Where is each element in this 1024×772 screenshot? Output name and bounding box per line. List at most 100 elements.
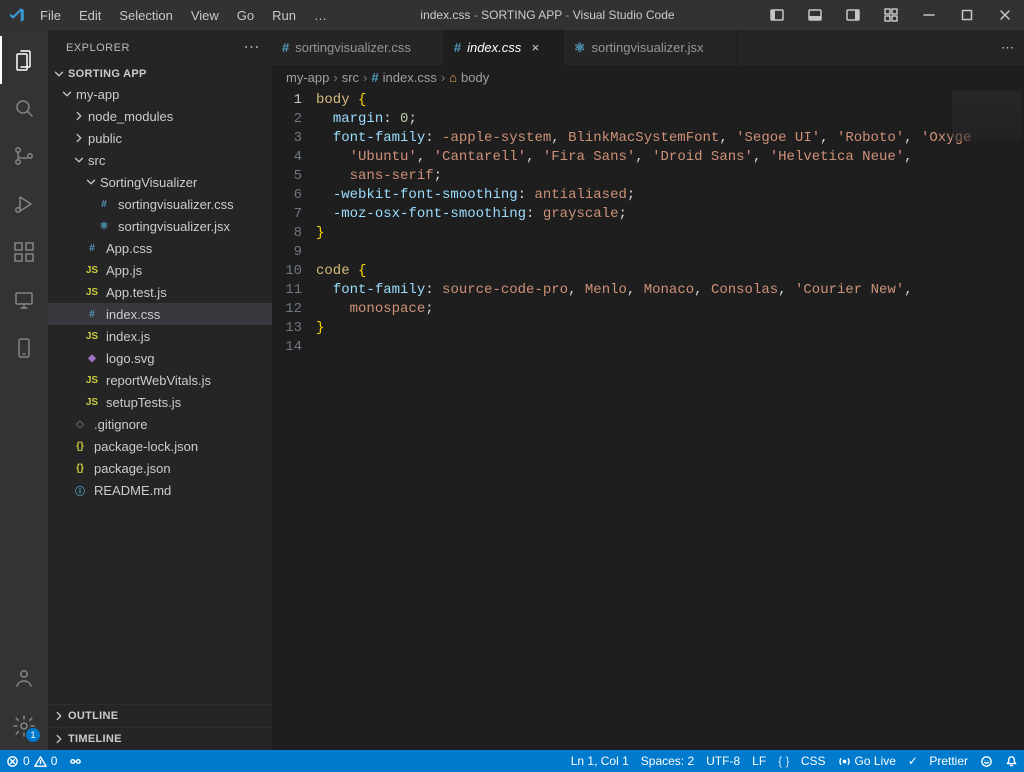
file-item[interactable]: JSsetupTests.js bbox=[48, 391, 272, 413]
menu-run[interactable]: Run bbox=[264, 4, 304, 27]
file-item[interactable]: ◇.gitignore bbox=[48, 413, 272, 435]
status-feedback-icon[interactable] bbox=[980, 755, 993, 768]
file-item[interactable]: #index.css bbox=[48, 303, 272, 325]
breadcrumb-item[interactable]: my-app bbox=[286, 70, 329, 85]
status-go-live[interactable]: Go Live bbox=[838, 754, 896, 768]
breadcrumbs[interactable]: my-app›src›# index.css›⌂ body bbox=[272, 65, 1024, 89]
vscode-logo-icon bbox=[8, 6, 26, 24]
folder-item[interactable]: public bbox=[48, 127, 272, 149]
menu-file[interactable]: File bbox=[32, 4, 69, 27]
code-line[interactable]: margin: 0; bbox=[316, 110, 1024, 129]
line-number: 2 bbox=[272, 110, 302, 129]
activity-accounts[interactable] bbox=[0, 654, 48, 702]
timeline-section-header[interactable]: TIMELINE bbox=[48, 727, 272, 750]
folder-item[interactable]: src bbox=[48, 149, 272, 171]
more-actions-icon[interactable]: ⋯ bbox=[1001, 40, 1014, 56]
status-language[interactable]: { } CSS bbox=[778, 754, 825, 768]
info-icon: ⓘ bbox=[72, 482, 88, 498]
code-line[interactable]: -webkit-font-smoothing: antialiased; bbox=[316, 186, 1024, 205]
menu-go[interactable]: Go bbox=[229, 4, 262, 27]
file-item[interactable]: JSreportWebVitals.js bbox=[48, 369, 272, 391]
activity-settings[interactable]: 1 bbox=[0, 702, 48, 750]
menu-edit[interactable]: Edit bbox=[71, 4, 109, 27]
activity-run-debug[interactable] bbox=[0, 180, 48, 228]
file-item[interactable]: #sortingvisualizer.css bbox=[48, 193, 272, 215]
file-item[interactable]: JSApp.js bbox=[48, 259, 272, 281]
code-line[interactable] bbox=[316, 338, 1024, 357]
code-line[interactable]: font-family: -apple-system, BlinkMacSyst… bbox=[316, 129, 1024, 148]
breadcrumb-item[interactable]: # index.css bbox=[371, 70, 436, 85]
status-problems[interactable]: 0 0 bbox=[6, 754, 57, 768]
window-minimize-button[interactable] bbox=[912, 1, 946, 29]
close-icon[interactable]: × bbox=[527, 40, 543, 55]
chevron-down-icon bbox=[84, 175, 98, 189]
editor-tab[interactable]: #sortingvisualizer.css× bbox=[272, 30, 444, 65]
editor-tab[interactable]: ⚛sortingvisualizer.jsx× bbox=[564, 30, 737, 65]
outline-section-header[interactable]: OUTLINE bbox=[48, 704, 272, 727]
status-ports[interactable] bbox=[69, 755, 82, 768]
folder-item[interactable]: my-app bbox=[48, 83, 272, 105]
status-indentation[interactable]: Spaces: 2 bbox=[641, 754, 694, 768]
code-line[interactable]: -moz-osx-font-smoothing: grayscale; bbox=[316, 205, 1024, 224]
settings-badge: 1 bbox=[26, 728, 40, 742]
chevron-right-icon bbox=[72, 109, 86, 123]
minimap[interactable] bbox=[952, 91, 1022, 141]
activity-search[interactable] bbox=[0, 84, 48, 132]
folder-item[interactable]: SortingVisualizer bbox=[48, 171, 272, 193]
file-item[interactable]: JSApp.test.js bbox=[48, 281, 272, 303]
editor-tab[interactable]: #index.css× bbox=[444, 30, 564, 65]
code-line[interactable]: } bbox=[316, 319, 1024, 338]
toggle-secondary-sidebar-icon[interactable] bbox=[836, 1, 870, 29]
folder-item[interactable]: node_modules bbox=[48, 105, 272, 127]
editor-content[interactable]: body { margin: 0; font-family: -apple-sy… bbox=[316, 89, 1024, 750]
explorer-sidebar: EXPLORER ⋯ SORTING APP my-appnode_module… bbox=[48, 30, 272, 750]
workspace-folder-header[interactable]: SORTING APP bbox=[48, 65, 272, 83]
menu-selection[interactable]: Selection bbox=[111, 4, 180, 27]
menu-view[interactable]: View bbox=[183, 4, 227, 27]
window-maximize-button[interactable] bbox=[950, 1, 984, 29]
file-item[interactable]: ◆logo.svg bbox=[48, 347, 272, 369]
code-line[interactable]: monospace; bbox=[316, 300, 1024, 319]
activity-device[interactable] bbox=[0, 324, 48, 372]
tree-label: SortingVisualizer bbox=[100, 175, 197, 190]
customize-layout-icon[interactable] bbox=[874, 1, 908, 29]
code-line[interactable]: body { bbox=[316, 91, 1024, 110]
tree-label: index.css bbox=[106, 307, 160, 322]
file-item[interactable]: JSindex.js bbox=[48, 325, 272, 347]
activity-extensions[interactable] bbox=[0, 228, 48, 276]
activity-source-control[interactable] bbox=[0, 132, 48, 180]
code-line[interactable] bbox=[316, 243, 1024, 262]
toggle-primary-sidebar-icon[interactable] bbox=[760, 1, 794, 29]
file-item[interactable]: ⚛sortingvisualizer.jsx bbox=[48, 215, 272, 237]
editor[interactable]: 1234567891011121314 body { margin: 0; fo… bbox=[272, 89, 1024, 750]
status-eol[interactable]: LF bbox=[752, 754, 766, 768]
hash-icon: # bbox=[84, 240, 100, 256]
line-number: 6 bbox=[272, 186, 302, 205]
toggle-panel-icon[interactable] bbox=[798, 1, 832, 29]
code-line[interactable]: font-family: source-code-pro, Menlo, Mon… bbox=[316, 281, 1024, 300]
code-line[interactable]: code { bbox=[316, 262, 1024, 281]
status-prettier[interactable]: ✓ Prettier bbox=[908, 754, 968, 768]
explorer-title: EXPLORER bbox=[66, 42, 130, 54]
menu-…[interactable]: … bbox=[306, 4, 335, 27]
file-item[interactable]: {}package-lock.json bbox=[48, 435, 272, 457]
activity-remote[interactable] bbox=[0, 276, 48, 324]
chevron-down-icon bbox=[60, 87, 74, 101]
breadcrumb-item[interactable]: src bbox=[342, 70, 359, 85]
status-notifications-icon[interactable] bbox=[1005, 755, 1018, 768]
breadcrumb-item[interactable]: ⌂ body bbox=[449, 70, 489, 85]
code-line[interactable]: sans-serif; bbox=[316, 167, 1024, 186]
status-cursor-position[interactable]: Ln 1, Col 1 bbox=[571, 754, 629, 768]
file-item[interactable]: #App.css bbox=[48, 237, 272, 259]
activity-explorer[interactable] bbox=[0, 36, 48, 84]
file-item[interactable]: {}package.json bbox=[48, 457, 272, 479]
hash-icon: # bbox=[282, 40, 289, 55]
tree-label: node_modules bbox=[88, 109, 173, 124]
file-item[interactable]: ⓘREADME.md bbox=[48, 479, 272, 501]
status-encoding[interactable]: UTF-8 bbox=[706, 754, 740, 768]
line-number: 3 bbox=[272, 129, 302, 148]
tree-label: package-lock.json bbox=[94, 439, 198, 454]
window-close-button[interactable] bbox=[988, 1, 1022, 29]
code-line[interactable]: 'Ubuntu', 'Cantarell', 'Fira Sans', 'Dro… bbox=[316, 148, 1024, 167]
code-line[interactable]: } bbox=[316, 224, 1024, 243]
